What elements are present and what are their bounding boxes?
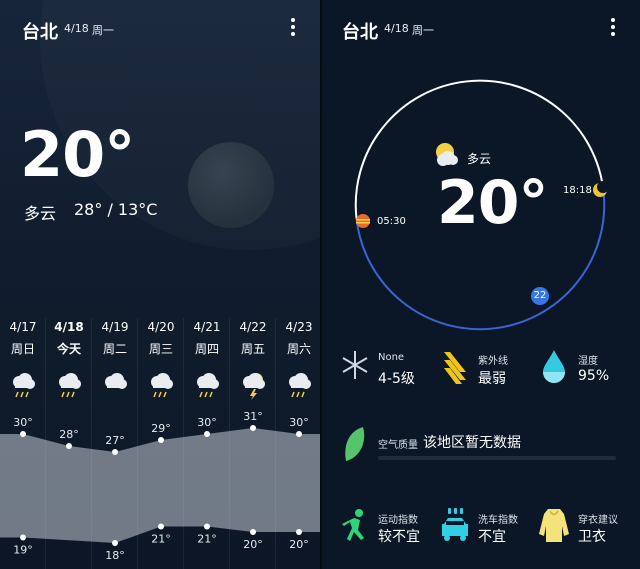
humidity-label: 湿度 [578, 356, 598, 367]
sport-label: 运动指数 [378, 515, 418, 526]
weekday-label-right: 周一 [412, 24, 434, 37]
condition-label-right: 多云 [467, 152, 492, 166]
high-temp-point [112, 449, 118, 455]
high-temp-label: 30° [289, 416, 309, 429]
humidity-icon [543, 350, 565, 383]
sport-value: 较不宜 [378, 529, 420, 545]
city-name[interactable]: 台北 [22, 18, 58, 44]
sunrise-time: 05:30 [377, 216, 406, 227]
city-name-right[interactable]: 台北 [342, 18, 378, 44]
uv-label: 紫外线 [478, 356, 508, 367]
dressing-value: 卫衣 [578, 529, 606, 545]
air-quality-label: 空气质量 [378, 440, 418, 451]
low-temp-label: 19° [13, 544, 33, 557]
low-temp-point [20, 534, 26, 541]
running-icon [342, 509, 364, 541]
high-temp-label: 30° [13, 416, 33, 429]
car-wash-icon [442, 508, 468, 541]
sunset-time: 18:18 [563, 185, 592, 196]
temperature-chart: 30° 19° 28° 27° 18° 29° 21° 30° 21° 31° 20° 30° 20° [0, 410, 320, 562]
temp-range: 28° / 13°C [74, 200, 158, 219]
high-temp-label: 31° [243, 410, 263, 423]
low-temp-label: 20° [289, 538, 309, 551]
low-temp-point [158, 523, 164, 530]
low-temp-point [112, 540, 118, 546]
weekday-label: 周一 [92, 24, 114, 37]
low-temp-label: 20° [243, 538, 263, 551]
wind-label: None [378, 352, 405, 363]
uv-icon [444, 352, 466, 384]
date-label: 4/18 [64, 22, 89, 35]
condition-label: 多云 [24, 204, 57, 223]
low-temp-label: 21° [151, 533, 171, 546]
high-temp-point [250, 425, 256, 431]
high-temp-point [66, 443, 72, 449]
high-temp-point [158, 437, 164, 443]
hoodie-icon [539, 509, 569, 542]
snowflake-icon [342, 351, 368, 379]
humidity-value: 95% [578, 368, 610, 384]
current-temperature: 20° [20, 118, 135, 191]
low-temp-point [204, 523, 210, 530]
high-temp-point [296, 431, 302, 437]
air-quality-value: 该地区暂无数据 [423, 435, 521, 451]
current-temperature-right: 20° [437, 168, 548, 238]
high-temp-label: 28° [59, 428, 79, 441]
high-temp-label: 29° [151, 422, 171, 435]
high-temp-label: 27° [105, 434, 125, 447]
high-temp-label: 30° [197, 416, 217, 429]
moon-icon [188, 142, 274, 228]
more-menu-icon[interactable] [288, 16, 298, 38]
high-temp-point [20, 431, 26, 437]
air-quality-bar [378, 456, 616, 460]
wind-value: 4-5级 [378, 371, 415, 387]
day-marker-badge: 22 [531, 287, 549, 305]
date-label-right: 4/18 [384, 22, 409, 35]
high-temp-point [204, 431, 210, 437]
left-weather-panel: 台北 4/18 周一 20° 多云 28° / 13°C 4/17 周日 4/18 今… [0, 0, 320, 569]
low-temp-label: 21° [197, 533, 217, 546]
low-temp-point [296, 529, 302, 535]
leaf-icon [345, 427, 365, 461]
low-temp-point [250, 529, 256, 535]
more-menu-icon-right[interactable] [608, 16, 618, 38]
uv-value: 最弱 [478, 371, 506, 387]
low-temp-label: 18° [105, 549, 125, 562]
carwash-value: 不宜 [478, 529, 506, 545]
dressing-label: 穿衣建议 [578, 515, 618, 526]
carwash-label: 洗车指数 [478, 515, 518, 526]
